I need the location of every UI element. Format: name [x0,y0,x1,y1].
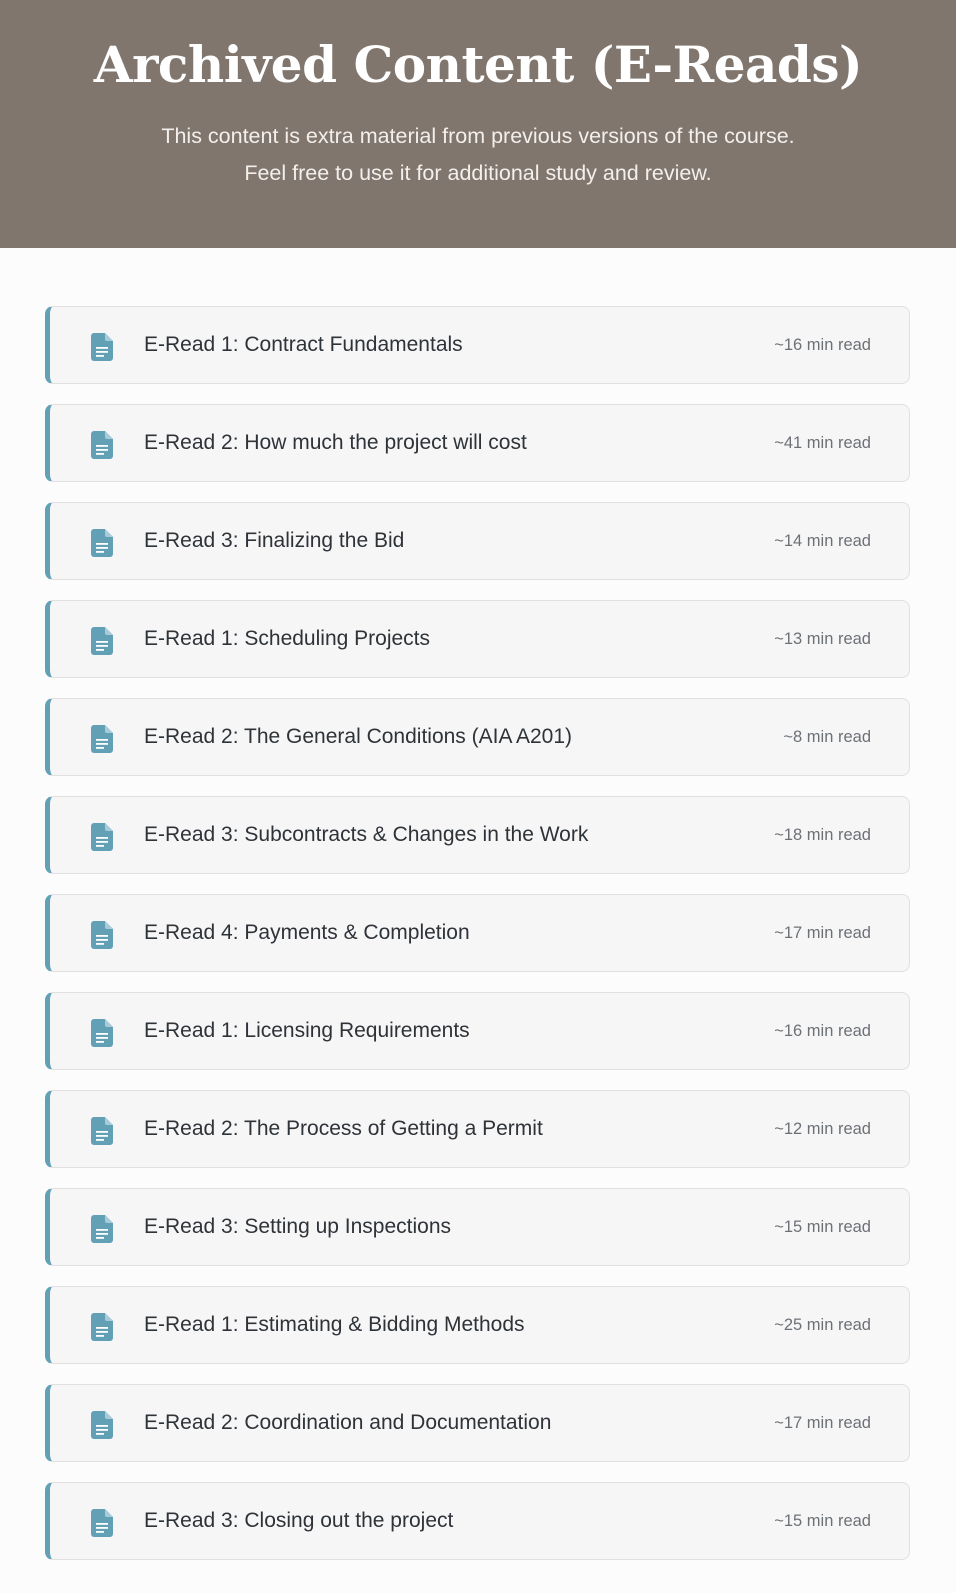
eread-title: E-Read 2: The General Conditions (AIA A2… [144,725,573,748]
read-time: ~13 min read [774,629,871,648]
document-icon [91,1313,113,1341]
eread-title: E-Read 1: Scheduling Projects [144,627,430,650]
eread-title: E-Read 2: Coordination and Documentation [144,1411,552,1434]
document-icon [91,627,113,655]
document-icon [91,921,113,949]
eread-title: E-Read 2: How much the project will cost [144,431,527,454]
eread-title: E-Read 1: Contract Fundamentals [144,333,463,356]
document-icon [91,725,113,753]
read-time: ~16 min read [774,335,871,354]
page-title: Archived Content (E-Reads) [93,35,863,94]
document-icon [91,1215,113,1243]
eread-item[interactable]: E-Read 2: The General Conditions (AIA A2… [45,698,910,776]
document-icon [91,823,113,851]
read-time: ~17 min read [774,1413,871,1432]
read-time: ~17 min read [774,923,871,942]
eread-title: E-Read 1: Licensing Requirements [144,1019,470,1042]
eread-item[interactable]: E-Read 2: The Process of Getting a Permi… [45,1090,910,1168]
document-icon [91,1411,113,1439]
document-icon [91,333,113,361]
read-time: ~41 min read [774,433,871,452]
eread-title: E-Read 4: Payments & Completion [144,921,470,944]
read-time: ~8 min read [783,727,871,746]
eread-item[interactable]: E-Read 2: Coordination and Documentation… [45,1384,910,1462]
read-time: ~15 min read [774,1511,871,1530]
document-icon [91,1117,113,1145]
read-time: ~18 min read [774,825,871,844]
eread-title: E-Read 3: Subcontracts & Changes in the … [144,823,589,846]
eread-title: E-Read 2: The Process of Getting a Permi… [144,1117,543,1140]
read-time: ~16 min read [774,1021,871,1040]
read-time: ~14 min read [774,531,871,550]
page-header: Archived Content (E-Reads) This content … [0,0,956,248]
eread-title: E-Read 3: Finalizing the Bid [144,529,405,552]
read-time: ~12 min read [774,1119,871,1138]
document-icon [91,529,113,557]
eread-item[interactable]: E-Read 1: Contract Fundamentals ~16 min … [45,306,910,384]
eread-item[interactable]: E-Read 4: Payments & Completion ~17 min … [45,894,910,972]
eread-item[interactable]: E-Read 1: Estimating & Bidding Methods ~… [45,1286,910,1364]
document-icon [91,1509,113,1537]
eread-title: E-Read 3: Closing out the project [144,1509,454,1532]
ereads-list: E-Read 1: Contract Fundamentals ~16 min … [45,306,910,1580]
eread-title: E-Read 3: Setting up Inspections [144,1215,452,1238]
eread-item[interactable]: E-Read 3: Closing out the project ~15 mi… [45,1482,910,1560]
eread-item[interactable]: E-Read 3: Setting up Inspections ~15 min… [45,1188,910,1266]
eread-item[interactable]: E-Read 1: Scheduling Projects ~13 min re… [45,600,910,678]
eread-item[interactable]: E-Read 3: Subcontracts & Changes in the … [45,796,910,874]
subtitle-line-2: Feel free to use it for additional study… [244,161,712,185]
eread-item[interactable]: E-Read 1: Licensing Requirements ~16 min… [45,992,910,1070]
eread-item[interactable]: E-Read 2: How much the project will cost… [45,404,910,482]
document-icon [91,1019,113,1047]
read-time: ~25 min read [774,1315,871,1334]
read-time: ~15 min read [774,1217,871,1236]
eread-item[interactable]: E-Read 3: Finalizing the Bid ~14 min rea… [45,502,910,580]
subtitle-line-1: This content is extra material from prev… [161,124,795,148]
page-subtitle: This content is extra material from prev… [0,118,956,192]
document-icon [91,431,113,459]
eread-title: E-Read 1: Estimating & Bidding Methods [144,1313,525,1336]
